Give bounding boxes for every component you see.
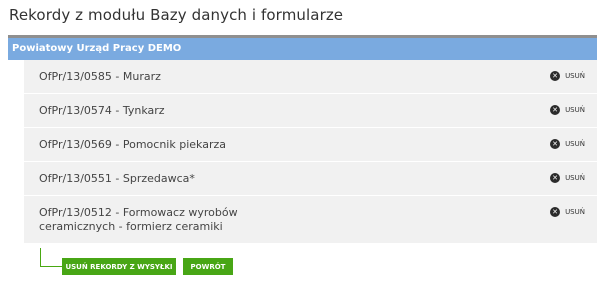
remove-records-button[interactable]: usuń rekordy z wysyłki xyxy=(62,258,176,275)
close-circle-icon: ✕ xyxy=(550,105,561,115)
close-circle-icon: ✕ xyxy=(550,71,561,81)
record-label: OfPr/13/0512 - Formowacz wyrobów ceramic… xyxy=(39,206,238,233)
record-label: OfPr/13/0574 - Tynkarz xyxy=(39,104,165,117)
delete-label: usuń xyxy=(565,208,585,216)
record-row: OfPr/13/0585 - Murarz ✕ usuń xyxy=(24,60,597,94)
close-circle-icon: ✕ xyxy=(550,173,561,183)
close-circle-icon: ✕ xyxy=(550,207,561,217)
tree-connector-vertical xyxy=(40,248,41,267)
close-circle-icon: ✕ xyxy=(550,139,561,149)
delete-label: usuń xyxy=(565,72,585,80)
delete-record-link[interactable]: ✕ usuń xyxy=(550,173,585,183)
back-button[interactable]: powrót xyxy=(183,258,233,275)
record-row: OfPr/13/0512 - Formowacz wyrobów ceramic… xyxy=(24,196,597,244)
records-list: OfPr/13/0585 - Murarz ✕ usuń OfPr/13/057… xyxy=(24,60,597,244)
record-row: OfPr/13/0551 - Sprzedawca* ✕ usuń xyxy=(24,162,597,196)
record-label: OfPr/13/0569 - Pomocnik piekarza xyxy=(39,138,226,151)
record-label: OfPr/13/0585 - Murarz xyxy=(39,70,161,83)
delete-label: usuń xyxy=(565,106,585,114)
record-row: OfPr/13/0569 - Pomocnik piekarza ✕ usuń xyxy=(24,128,597,162)
group-header: Powiatowy Urząd Pracy DEMO xyxy=(8,38,597,60)
delete-record-link[interactable]: ✕ usuń xyxy=(550,71,585,81)
delete-record-link[interactable]: ✕ usuń xyxy=(550,105,585,115)
tree-connector-horizontal xyxy=(40,266,62,267)
delete-record-link[interactable]: ✕ usuń xyxy=(550,139,585,149)
delete-label: usuń xyxy=(565,174,585,182)
page-title: Rekordy z modułu Bazy danych i formularz… xyxy=(9,6,344,24)
delete-label: usuń xyxy=(565,140,585,148)
record-row: OfPr/13/0574 - Tynkarz ✕ usuń xyxy=(24,94,597,128)
delete-record-link[interactable]: ✕ usuń xyxy=(550,207,585,217)
record-label: OfPr/13/0551 - Sprzedawca* xyxy=(39,172,195,185)
